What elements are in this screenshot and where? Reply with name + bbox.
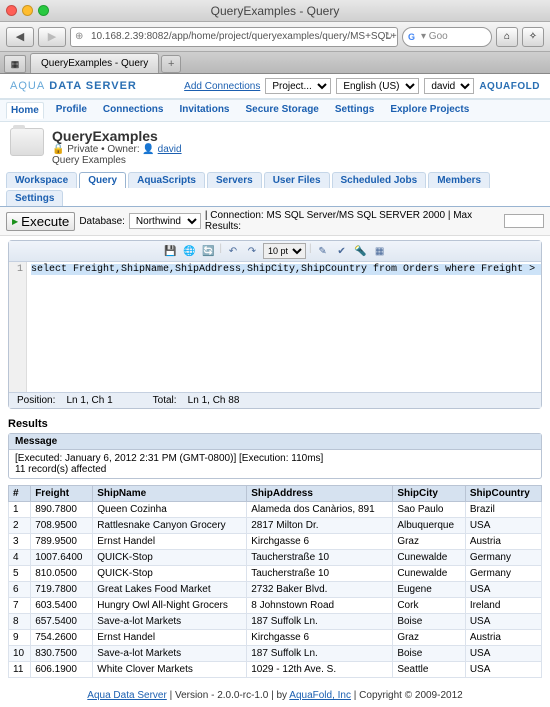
tab-scheduled[interactable]: Scheduled Jobs — [332, 172, 427, 188]
app-header: AQUA DATA SERVER Add Connections Project… — [0, 74, 550, 99]
tab-query[interactable]: Query — [79, 172, 126, 188]
table-row[interactable]: 10830.7500Save-a-lot Markets187 Suffolk … — [9, 646, 542, 662]
table-row[interactable]: 11606.1900White Clover Markets1029 - 12t… — [9, 662, 542, 678]
table-row[interactable]: 41007.6400QUICK-StopTaucherstraße 10Cune… — [9, 550, 542, 566]
new-tab-button[interactable]: + — [161, 55, 181, 73]
main-nav: Home Profile Connections Invitations Sec… — [0, 99, 550, 122]
project-tabs: Workspace Query AquaScripts Servers User… — [0, 172, 550, 207]
col-header[interactable]: ShipAddress — [247, 486, 393, 502]
line-gutter: 1 — [9, 262, 27, 392]
max-results-input[interactable] — [504, 214, 544, 228]
nav-explore[interactable]: Explore Projects — [386, 102, 473, 119]
window-titlebar: QueryExamples - Query — [0, 0, 550, 22]
execute-bar: Execute Database: Northwind | Connection… — [0, 207, 550, 236]
results-heading: Results — [8, 415, 542, 433]
owner-link[interactable]: david — [158, 144, 182, 155]
sql-text[interactable]: select Freight,ShipName,ShipAddress,Ship… — [27, 262, 541, 392]
col-header[interactable]: # — [9, 486, 31, 502]
nav-settings[interactable]: Settings — [331, 102, 378, 119]
find-icon[interactable]: 🔦 — [353, 243, 369, 259]
table-row[interactable]: 1890.7800Queen CozinhaAlameda dos Canàri… — [9, 502, 542, 518]
table-row[interactable]: 3789.9500Ernst HandelKirchgasse 6GrazAus… — [9, 534, 542, 550]
refresh-icon[interactable]: 🔄 — [200, 243, 216, 259]
nav-invitations[interactable]: Invitations — [175, 102, 233, 119]
tab-members[interactable]: Members — [428, 172, 490, 188]
project-select[interactable]: Project... — [265, 78, 331, 94]
url-bar[interactable]: 10.168.2.39:8082/app/home/project/querye… — [70, 27, 398, 47]
results-section: Results Message [Executed: January 6, 20… — [8, 415, 542, 678]
language-select[interactable]: English (US) — [336, 78, 419, 94]
execute-button[interactable]: Execute — [6, 212, 75, 231]
database-select[interactable]: Northwind — [129, 213, 201, 229]
home-icon[interactable]: ⌂ — [496, 27, 518, 47]
project-header: QueryExamples 🔒 Private • Owner: 👤 david… — [0, 122, 550, 172]
message-body: [Executed: January 6, 2012 2:31 PM (GMT-… — [9, 450, 541, 478]
font-size-select[interactable]: 10 pt — [263, 243, 306, 259]
nav-profile[interactable]: Profile — [52, 102, 91, 119]
col-header[interactable]: ShipName — [93, 486, 247, 502]
logo: AQUA DATA SERVER — [10, 80, 137, 92]
nav-connections[interactable]: Connections — [99, 102, 168, 119]
connection-label: | Connection: MS SQL Server/MS SQL SERVE… — [205, 210, 500, 232]
highlight-icon[interactable]: ✔ — [334, 243, 350, 259]
tab-workspace[interactable]: Workspace — [6, 172, 77, 188]
tab-userfiles[interactable]: User Files — [264, 172, 330, 188]
forward-button[interactable]: ▶ — [38, 27, 66, 47]
project-desc: Query Examples — [52, 155, 182, 166]
footer-product-link[interactable]: Aqua Data Server — [87, 690, 167, 701]
footer-company-link[interactable]: AquaFold, Inc — [289, 690, 351, 701]
table-row[interactable]: 5810.0500QUICK-StopTaucherstraße 10Cunew… — [9, 566, 542, 582]
editor-toolbar: 💾 🌐 🔄 | ↶ ↷ 10 pt | ✎ ✔ 🔦 ▦ — [9, 241, 541, 262]
add-connections-link[interactable]: Add Connections — [184, 81, 260, 92]
table-row[interactable]: 9754.2600Ernst HandelKirchgasse 6GrazAus… — [9, 630, 542, 646]
window-title: QueryExamples - Query — [0, 4, 550, 18]
brand-label: AQUAFOLD — [479, 81, 540, 92]
save-icon[interactable]: 💾 — [162, 243, 178, 259]
results-table: #FreightShipNameShipAddressShipCityShipC… — [8, 485, 542, 678]
folder-icon — [10, 128, 44, 156]
message-heading: Message — [9, 434, 541, 450]
footer: Aqua Data Server | Version - 2.0.0-rc-1.… — [0, 684, 550, 707]
col-header[interactable]: ShipCity — [393, 486, 466, 502]
col-header[interactable]: ShipCountry — [465, 486, 541, 502]
nav-secure-storage[interactable]: Secure Storage — [242, 102, 323, 119]
sidebar-toggle-icon[interactable]: ▦ — [4, 55, 26, 73]
user-select[interactable]: david — [424, 78, 474, 94]
table-row[interactable]: 6719.7800Great Lakes Food Market2732 Bak… — [9, 582, 542, 598]
table-row[interactable]: 7603.5400Hungry Owl All-Night Grocers8 J… — [9, 598, 542, 614]
back-button[interactable]: ◀ — [6, 27, 34, 47]
browser-tabstrip: ▦ QueryExamples - Query + — [0, 52, 550, 74]
editor-statusbar: Position: Ln 1, Ch 1 Total: Ln 1, Ch 88 — [9, 392, 541, 408]
search-input[interactable]: ▾ Goo — [402, 27, 492, 47]
table-row[interactable]: 8657.5400Save-a-lot Markets187 Suffolk L… — [9, 614, 542, 630]
browser-tab[interactable]: QueryExamples - Query — [30, 53, 159, 73]
sql-editor: 💾 🌐 🔄 | ↶ ↷ 10 pt | ✎ ✔ 🔦 ▦ 1 select Fre… — [8, 240, 542, 409]
grid-icon[interactable]: ▦ — [372, 243, 388, 259]
redo-icon[interactable]: ↷ — [244, 243, 260, 259]
tab-aquascripts[interactable]: AquaScripts — [128, 172, 205, 188]
globe-icon[interactable]: 🌐 — [181, 243, 197, 259]
bookmark-icon[interactable]: ✧ — [522, 27, 544, 47]
table-row[interactable]: 2708.9500Rattlesnake Canyon Grocery2817 … — [9, 518, 542, 534]
tab-settings[interactable]: Settings — [6, 190, 63, 206]
tab-servers[interactable]: Servers — [207, 172, 262, 188]
project-title: QueryExamples — [52, 128, 182, 144]
format-icon[interactable]: ✎ — [315, 243, 331, 259]
col-header[interactable]: Freight — [31, 486, 93, 502]
undo-icon[interactable]: ↶ — [225, 243, 241, 259]
browser-toolbar: ◀ ▶ 10.168.2.39:8082/app/home/project/qu… — [0, 22, 550, 52]
nav-home[interactable]: Home — [6, 102, 44, 119]
